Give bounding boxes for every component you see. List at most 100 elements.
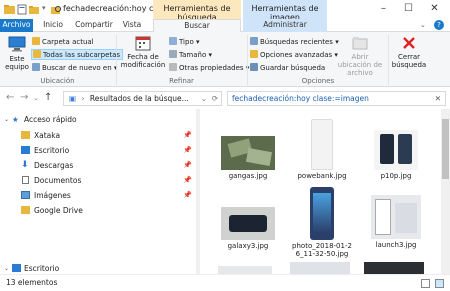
advanced-options-button[interactable]: Opciones avanzadas ▾ (250, 50, 338, 59)
file-item[interactable]: gangas.jpg (212, 136, 284, 180)
folders-icon (33, 50, 41, 58)
pin-icon[interactable]: 📌 (183, 188, 192, 203)
address-dropdown-icon[interactable]: ⌄ (201, 92, 207, 105)
close-search-button[interactable]: Cerrar búsqueda (391, 35, 427, 69)
file-item[interactable]: photo_2018-01-2 6_11-32-50.jpg (286, 187, 358, 258)
nav-item-desktop[interactable]: Escritorio 📌 (0, 143, 196, 158)
computer-icon (8, 36, 26, 52)
image-thumbnail (374, 130, 418, 170)
search-again-label: Buscar de nuevo en (42, 64, 112, 72)
type-icon (169, 37, 177, 45)
search-input[interactable]: fechadecreación:hoy clase:=imagen ✕ (227, 91, 446, 106)
recent-locations-button[interactable]: ⌄ (33, 94, 39, 102)
desktop-icon (12, 264, 21, 272)
nav-quick-access[interactable]: ⌄ ★ Acceso rápido (0, 112, 196, 127)
recent-searches-label: Búsquedas recientes (260, 38, 333, 46)
pin-icon[interactable]: 📌 (183, 173, 192, 188)
advanced-options-label: Opciones avanzadas (260, 51, 333, 59)
pin-icon[interactable]: 📌 (183, 143, 192, 158)
open-file-location-button[interactable]: Abrir ubicación de archivo (334, 35, 386, 77)
nav-item-label: Escritorio (34, 146, 70, 155)
forward-button[interactable]: → (20, 92, 28, 103)
other-properties-label: Otras propiedades (179, 64, 244, 72)
type-label: Tipo (179, 38, 194, 46)
maximize-button[interactable]: ☐ (396, 0, 421, 19)
save-search-label: Guardar búsqueda (260, 64, 326, 72)
search-again-button[interactable]: Buscar de nuevo en ▾ (32, 63, 117, 72)
file-item[interactable]: galaxy3.jpg (212, 207, 284, 250)
advanced-options-icon (250, 50, 258, 58)
back-button[interactable]: ← (6, 92, 14, 103)
file-name: p10p.jpg (380, 172, 412, 180)
file-item[interactable]: launch3.jpg (360, 195, 432, 249)
refresh-icon[interactable]: ⟳ (212, 92, 218, 105)
nav-item-xataka[interactable]: Xataka 📌 (0, 128, 196, 143)
context-tab-header-search-tools: Herramientas de búsqueda (153, 0, 241, 22)
ribbon-tabs: Archivo Inicio Compartir Vista Buscar Ad… (0, 19, 450, 33)
group-refine-label: Refinar (169, 77, 194, 85)
chevron-down-icon[interactable]: ⌄ (4, 112, 9, 127)
tab-search[interactable]: Buscar (153, 19, 241, 33)
properties-icon (169, 63, 177, 71)
tab-file[interactable]: Archivo (0, 19, 33, 32)
image-thumbnail (364, 262, 424, 274)
image-thumbnail (218, 266, 272, 274)
tab-share[interactable]: Compartir (72, 19, 116, 32)
item-count: 13 elementos (6, 278, 58, 287)
pin-icon[interactable]: 📌 (183, 158, 192, 173)
address-row: ← → ⌄ ↑ ▣ › Resultados de la búsque... ⌄… (0, 87, 450, 109)
navigation-pane: ⌄ ★ Acceso rápido Xataka 📌 Escritorio 📌 … (0, 109, 200, 274)
nav-item-documents[interactable]: Documentos 📌 (0, 173, 196, 188)
nav-item-label: Imágenes (34, 191, 71, 200)
tab-view[interactable]: Vista (118, 19, 146, 32)
this-pc-button[interactable]: Este equipo (4, 35, 30, 71)
folder-icon (32, 37, 40, 45)
minimize-button[interactable]: – (371, 0, 396, 19)
qat-dropdown-icon[interactable]: ▾ (42, 4, 46, 12)
nav-item-downloads[interactable]: ⬇ Descargas 📌 (0, 158, 196, 173)
nav-item-label: Descargas (34, 161, 74, 170)
other-properties-button[interactable]: Otras propiedades ▾ (169, 63, 249, 72)
file-item[interactable]: p10p.jpg (360, 130, 432, 180)
folder-icon (21, 131, 30, 139)
recent-searches-button[interactable]: Búsquedas recientes ▾ (250, 37, 339, 46)
content-scrollbar[interactable] (441, 109, 450, 274)
pin-icon[interactable]: 📌 (183, 128, 192, 143)
nav-item-pictures[interactable]: Imágenes 📌 (0, 188, 196, 203)
close-window-button[interactable]: ✕ (422, 0, 447, 19)
tab-home[interactable]: Inicio (37, 19, 69, 32)
nav-item-google-drive[interactable]: Google Drive (0, 203, 196, 218)
open-file-location-label: Abrir ubicación de archivo (337, 53, 383, 77)
type-button[interactable]: Tipo ▾ (169, 37, 199, 46)
modified-date-button[interactable]: Fecha de modificación (118, 35, 168, 69)
address-bar[interactable]: ▣ › Resultados de la búsque... ⌄ ⟳ (63, 91, 222, 106)
up-button[interactable]: ↑ (44, 92, 52, 103)
save-search-button[interactable]: Guardar búsqueda (250, 63, 325, 72)
help-icon[interactable]: ? (434, 20, 444, 30)
large-icons-view-icon[interactable] (435, 279, 444, 288)
close-search-label: Cerrar búsqueda (391, 53, 427, 69)
nav-scrollbar[interactable] (196, 109, 200, 274)
size-icon (169, 50, 177, 58)
scrollbar-thumb[interactable] (442, 119, 449, 179)
chevron-down-icon: ▾ (195, 38, 200, 46)
collapse-ribbon-icon[interactable]: ⌄ (420, 21, 426, 29)
window-title: fechadecreación:hoy clase:... (63, 4, 153, 13)
current-folder-button[interactable]: Carpeta actual (32, 37, 94, 46)
properties-icon[interactable] (17, 4, 28, 15)
search-query-text: fechadecreación:hoy clase:=imagen (232, 94, 369, 103)
details-view-icon[interactable] (420, 279, 430, 288)
tab-manage[interactable]: Administrar (243, 19, 327, 32)
all-subfolders-button[interactable]: Todas las subcarpetas (31, 49, 124, 60)
clear-search-icon[interactable]: ✕ (435, 92, 441, 105)
new-folder-icon[interactable] (29, 4, 40, 15)
file-item[interactable]: powebank.jpg (286, 119, 358, 180)
image-thumbnail (221, 136, 275, 170)
folder-icon[interactable] (4, 4, 15, 15)
nav-quick-access-label: Acceso rápido (24, 115, 77, 124)
image-thumbnail (221, 207, 275, 240)
nav-item-label: Xataka (34, 131, 61, 140)
nav-item-label: Documentos (34, 176, 82, 185)
size-button[interactable]: Tamaño ▾ (169, 50, 212, 59)
this-pc-label: Este equipo (5, 55, 29, 71)
